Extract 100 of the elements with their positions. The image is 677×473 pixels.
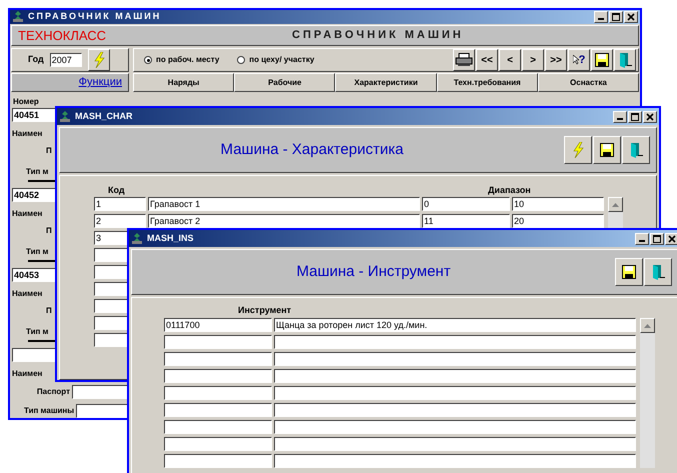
code-field[interactable] xyxy=(164,335,272,349)
field-label: Тип м xyxy=(25,246,50,258)
field-label: Тип машины xyxy=(24,405,74,417)
window-title: MASH_INS xyxy=(147,232,195,245)
range-field[interactable]: 10 xyxy=(512,197,604,211)
save-icon xyxy=(622,265,636,279)
range-field[interactable]: 11 xyxy=(422,214,510,228)
field-label: Тип м xyxy=(25,166,50,178)
maximize-icon xyxy=(653,234,661,242)
code-field[interactable]: 1 xyxy=(94,197,146,211)
name-field[interactable]: Грапавост 1 xyxy=(148,197,420,211)
lightning-icon xyxy=(572,142,584,158)
code-field[interactable] xyxy=(164,420,272,434)
tab-button[interactable]: Рабочие xyxy=(234,73,336,92)
code-field[interactable] xyxy=(164,437,272,451)
name-field[interactable] xyxy=(274,420,636,434)
maximize-button[interactable] xyxy=(609,10,623,23)
close-button[interactable] xyxy=(624,10,638,23)
name-field[interactable] xyxy=(274,335,636,349)
maximize-button[interactable] xyxy=(628,110,642,122)
exit-button[interactable] xyxy=(622,136,650,164)
code-field[interactable]: 0111700 xyxy=(164,318,272,332)
code-field[interactable] xyxy=(164,369,272,383)
name-field[interactable]: Щанца за роторен лист 120 уд./мин. xyxy=(274,318,636,332)
close-icon xyxy=(646,112,654,120)
navigation-button[interactable]: < xyxy=(499,49,521,71)
number-field[interactable]: 40452 xyxy=(12,188,56,202)
field-label: П xyxy=(45,145,53,157)
form-heading: Машина - Инструмент xyxy=(296,262,451,282)
help-button[interactable]: ? xyxy=(568,49,590,71)
tab-button[interactable]: Оснастка xyxy=(538,73,640,92)
app-icon xyxy=(131,232,143,245)
printer-icon xyxy=(455,53,473,67)
code-field[interactable] xyxy=(164,454,272,468)
column-header: Диапазон xyxy=(487,184,531,196)
brand-label: ТЕХНОКЛАСС xyxy=(17,26,108,44)
minimize-icon xyxy=(617,118,623,120)
name-field[interactable]: Грапавост 2 xyxy=(148,214,420,228)
range-field[interactable]: 0 xyxy=(422,197,510,211)
save-icon xyxy=(595,53,609,67)
name-field[interactable] xyxy=(274,403,636,417)
exit-button[interactable] xyxy=(644,258,672,286)
navigation-button[interactable]: > xyxy=(522,49,544,71)
code-field[interactable] xyxy=(164,386,272,400)
door-icon xyxy=(629,142,643,158)
radio-button[interactable] xyxy=(237,56,246,64)
form-heading: Машина - Характеристика xyxy=(220,140,404,160)
minimize-button[interactable] xyxy=(635,232,649,244)
minimize-button[interactable] xyxy=(594,10,608,23)
name-field[interactable] xyxy=(274,454,636,468)
year-label: Год xyxy=(28,53,44,66)
exit-button[interactable] xyxy=(614,49,636,71)
code-field[interactable]: 2 xyxy=(94,214,146,228)
name-field[interactable] xyxy=(274,437,636,451)
number-field[interactable]: 40453 xyxy=(12,268,56,282)
save-button[interactable] xyxy=(591,49,613,71)
app-icon xyxy=(59,110,71,123)
field-label: Наимен xyxy=(12,128,44,140)
name-field[interactable] xyxy=(274,386,636,400)
code-field[interactable] xyxy=(164,352,272,366)
name-field[interactable] xyxy=(274,352,636,366)
maximize-button[interactable] xyxy=(650,232,664,244)
navigation-button[interactable]: >> xyxy=(545,49,567,71)
maximize-icon xyxy=(612,12,620,21)
range-field[interactable]: 20 xyxy=(512,214,604,228)
save-button[interactable] xyxy=(593,136,621,164)
close-button[interactable] xyxy=(643,110,657,122)
lightning-icon xyxy=(92,52,105,68)
door-icon xyxy=(618,52,632,68)
close-icon xyxy=(668,234,676,242)
tab-button[interactable]: Наряды xyxy=(133,73,234,92)
radio-option[interactable]: по цеху/ участку xyxy=(237,54,314,66)
run-button[interactable] xyxy=(88,49,110,71)
field-label: Наимен xyxy=(12,368,44,380)
print-button[interactable] xyxy=(453,49,475,71)
close-button[interactable] xyxy=(665,232,677,244)
save-button[interactable] xyxy=(615,258,643,286)
radio-button[interactable] xyxy=(144,56,152,64)
door-icon xyxy=(651,264,665,280)
field-label: Наимен xyxy=(12,288,44,300)
number-field[interactable]: 40451 xyxy=(12,108,56,122)
tab-button[interactable]: Характеристики xyxy=(335,73,437,92)
scroll-bar[interactable] xyxy=(640,318,655,468)
minimize-icon xyxy=(639,240,645,242)
radio-option[interactable]: по рабоч. месту xyxy=(144,54,220,66)
code-field[interactable] xyxy=(164,403,272,417)
name-field[interactable] xyxy=(274,369,636,383)
tab-button[interactable]: Техн.требования xyxy=(436,73,538,92)
pointer-icon xyxy=(572,55,579,65)
field-label: Наимен xyxy=(12,208,44,220)
field-label: П xyxy=(45,225,53,237)
year-field[interactable]: 2007 xyxy=(50,53,82,67)
save-icon xyxy=(600,143,614,157)
number-label: Номер xyxy=(12,96,40,108)
field-label: Паспорт xyxy=(36,386,70,398)
minimize-button[interactable] xyxy=(613,110,627,122)
run-button[interactable] xyxy=(564,136,592,164)
heading: СПРАВОЧНИК МАШИН xyxy=(292,28,464,43)
navigation-button[interactable]: << xyxy=(476,49,498,71)
column-header: Инструмент xyxy=(237,304,292,317)
